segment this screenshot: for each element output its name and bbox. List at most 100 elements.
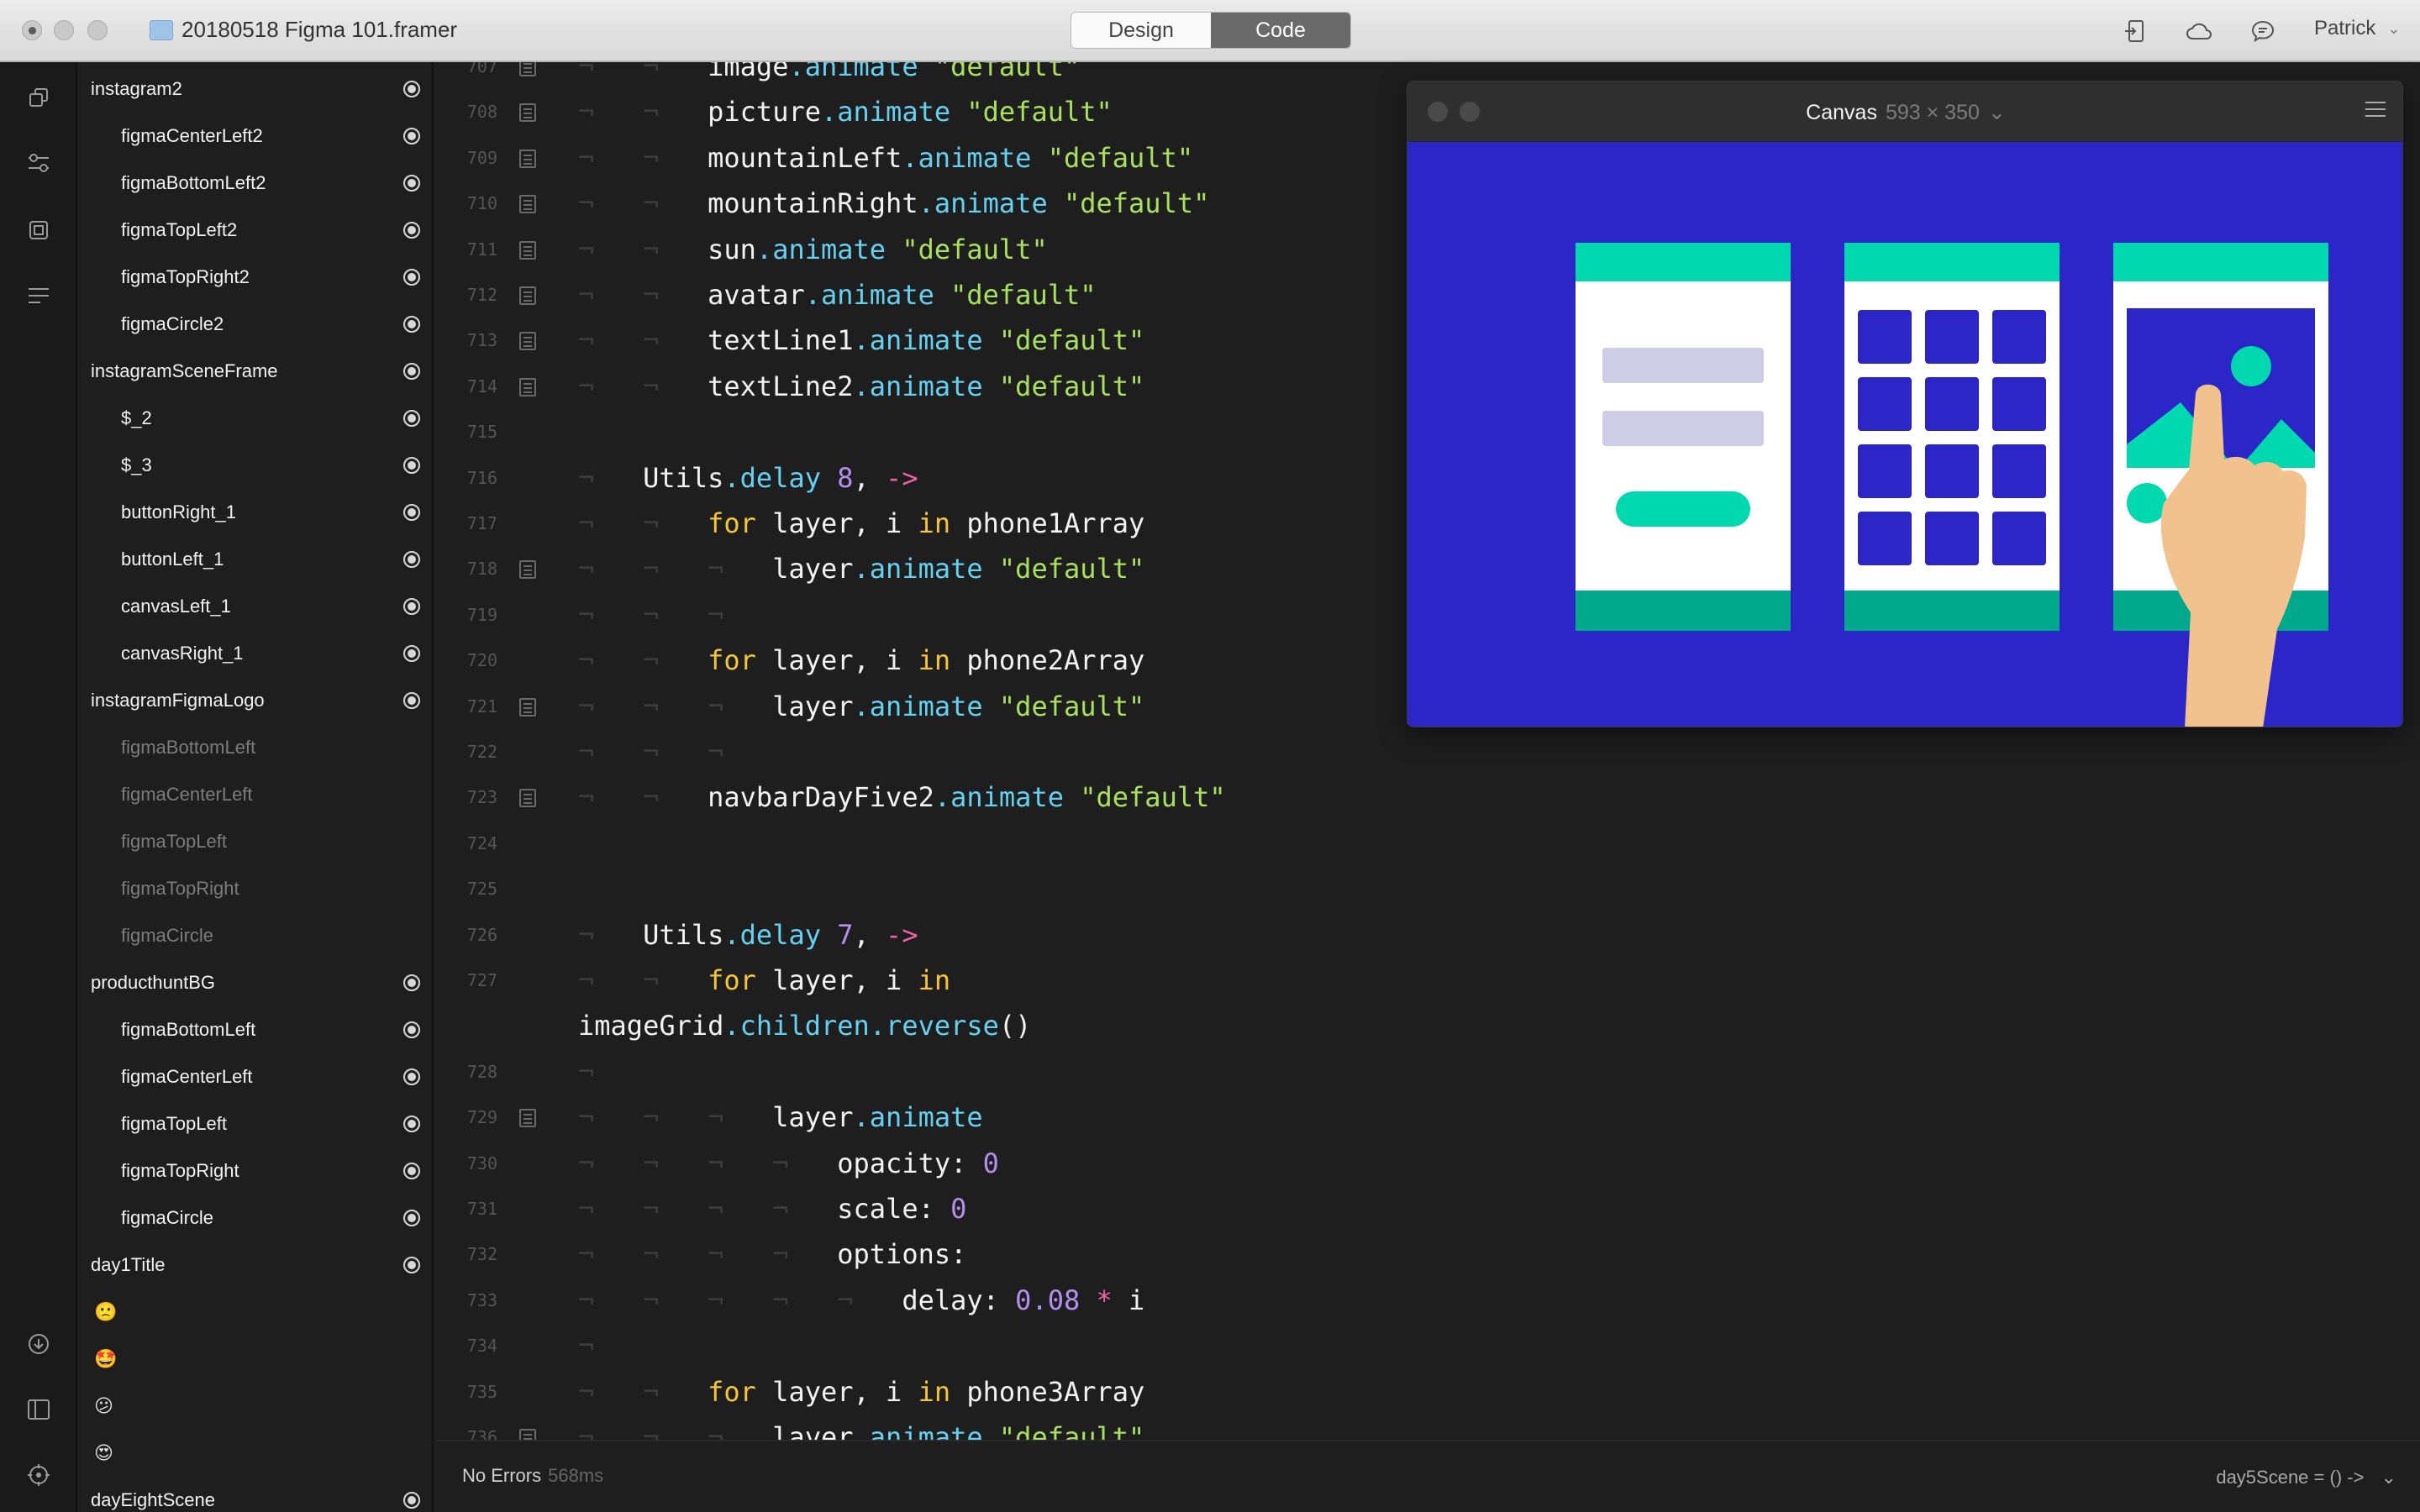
code-line[interactable]: 736 ¬ ¬ ¬ layer.animate "default" (435, 1416, 2420, 1440)
layer-row-emoji[interactable]: 🙁 (77, 1289, 432, 1336)
layer-row[interactable]: $_3 (77, 442, 432, 489)
layer-target-icon[interactable] (403, 1021, 420, 1038)
layer-target-icon[interactable] (403, 222, 420, 239)
layer-row[interactable]: instagramSceneFrame (77, 348, 432, 395)
layer-row[interactable]: figmaCircle2 (77, 301, 432, 348)
code-line[interactable]: 728 ¬ (435, 1051, 2420, 1093)
layer-row[interactable]: figmaTopRight (77, 865, 432, 912)
layer-row[interactable]: figmaCircle (77, 912, 432, 959)
layer-row[interactable]: figmaCircle (77, 1194, 432, 1242)
target-icon[interactable] (24, 1460, 54, 1490)
layer-target-icon[interactable] (403, 363, 420, 380)
layer-target-icon[interactable] (403, 974, 420, 991)
fold-toggle-icon[interactable] (519, 332, 536, 351)
layer-row[interactable]: day1Title (77, 1242, 432, 1289)
layer-row[interactable]: $_2 (77, 395, 432, 442)
code-line[interactable]: 723 ¬ ¬ navbarDayFive2.animate "default" (435, 776, 2420, 818)
fold-toggle-icon[interactable] (519, 195, 536, 214)
code-line[interactable]: 730 ¬ ¬ ¬ ¬ opacity: 0 (435, 1142, 2420, 1184)
layer-target-icon[interactable] (403, 1068, 420, 1085)
insert-icon[interactable] (24, 82, 54, 113)
layer-target-icon[interactable] (403, 316, 420, 333)
code-line[interactable]: imageGrid.children.reverse() (435, 1005, 2420, 1047)
layer-row[interactable]: figmaBottomLeft (77, 724, 432, 771)
layers-icon[interactable] (24, 215, 54, 245)
code-tab[interactable]: Code (1211, 13, 1350, 48)
code-icon[interactable] (24, 281, 54, 311)
code-line[interactable]: 724 (435, 822, 2420, 864)
layer-row[interactable]: figmaCenterLeft (77, 771, 432, 818)
code-line[interactable]: 733 ¬ ¬ ¬ ¬ ¬ delay: 0.08 * i (435, 1279, 2420, 1321)
layer-row[interactable]: buttonRight_1 (77, 489, 432, 536)
design-tab[interactable]: Design (1071, 13, 1211, 48)
layer-target-icon[interactable] (403, 128, 420, 144)
code-line[interactable]: 725 (435, 868, 2420, 910)
preview-title[interactable]: Canvas 593 × 350 ⌄ (1407, 100, 2402, 125)
layer-target-icon[interactable] (403, 598, 420, 615)
sidebar-icon[interactable] (24, 1394, 54, 1425)
scope-selector[interactable]: day5Scene = () -> ⌄ (2216, 1467, 2396, 1488)
layer-row[interactable]: dayEightScene (77, 1477, 432, 1512)
layer-row-emoji[interactable]: 😕 (77, 1383, 432, 1430)
zoom-window-button[interactable] (87, 20, 108, 40)
fold-toggle-icon[interactable] (519, 1109, 536, 1128)
layer-target-icon[interactable] (403, 457, 420, 474)
code-line[interactable]: 722 ¬ ¬ ¬ (435, 731, 2420, 773)
minimize-window-button[interactable] (54, 20, 74, 40)
fold-toggle-icon[interactable] (519, 240, 536, 260)
layer-target-icon[interactable] (403, 504, 420, 521)
layer-row[interactable]: figmaBottomLeft2 (77, 160, 432, 207)
layer-target-icon[interactable] (403, 1492, 420, 1509)
layer-row[interactable]: canvasLeft_1 (77, 583, 432, 630)
close-window-button[interactable] (22, 20, 42, 40)
properties-icon[interactable] (24, 148, 54, 178)
prototype-canvas[interactable] (1407, 142, 2403, 727)
layer-target-icon[interactable] (403, 1116, 420, 1132)
fold-toggle-icon[interactable] (519, 697, 536, 717)
layer-row[interactable]: figmaBottomLeft (77, 1006, 432, 1053)
code-line[interactable]: 734 ¬ (435, 1325, 2420, 1367)
layer-target-icon[interactable] (403, 551, 420, 568)
layer-target-icon[interactable] (403, 1163, 420, 1179)
fold-toggle-icon[interactable] (519, 789, 536, 808)
layer-row[interactable]: figmaTopRight (77, 1147, 432, 1194)
layer-row[interactable]: figmaTopRight2 (77, 254, 432, 301)
layer-row[interactable]: figmaCenterLeft (77, 1053, 432, 1100)
code-line[interactable]: 735 ¬ ¬ for layer, i in phone3Array (435, 1371, 2420, 1413)
code-line[interactable]: 732 ¬ ¬ ¬ ¬ options: (435, 1233, 2420, 1275)
layer-row[interactable]: instagram2 (77, 66, 432, 113)
layer-row[interactable]: figmaTopLeft (77, 1100, 432, 1147)
layer-row[interactable]: canvasRight_1 (77, 630, 432, 677)
layer-row[interactable]: figmaCenterLeft2 (77, 113, 432, 160)
comment-icon[interactable] (2249, 17, 2277, 45)
device-icon[interactable] (2121, 17, 2149, 45)
layer-target-icon[interactable] (403, 645, 420, 662)
fold-toggle-icon[interactable] (519, 103, 536, 123)
code-line[interactable]: 729 ¬ ¬ ¬ layer.animate (435, 1096, 2420, 1138)
cloud-icon[interactable] (2185, 17, 2213, 45)
canvas-preview-window[interactable]: Canvas 593 × 350 ⌄ (1407, 81, 2403, 727)
fold-toggle-icon[interactable] (519, 1429, 536, 1440)
layer-row[interactable]: figmaTopLeft (77, 818, 432, 865)
layer-row-emoji[interactable]: 😍 (77, 1430, 432, 1477)
fold-toggle-icon[interactable] (519, 377, 536, 396)
layer-target-icon[interactable] (403, 269, 420, 286)
layer-target-icon[interactable] (403, 1210, 420, 1226)
layer-target-icon[interactable] (403, 81, 420, 97)
layer-row[interactable]: buttonLeft_1 (77, 536, 432, 583)
fold-toggle-icon[interactable] (519, 149, 536, 168)
user-menu[interactable]: Patrick ⌄ (2314, 17, 2400, 40)
fold-toggle-icon[interactable] (519, 286, 536, 305)
code-line[interactable]: 726 ¬ Utils.delay 7, -> (435, 914, 2420, 956)
layer-row[interactable]: figmaTopLeft2 (77, 207, 432, 254)
download-icon[interactable] (24, 1329, 54, 1359)
layer-target-icon[interactable] (403, 175, 420, 192)
layer-row[interactable]: producthuntBG (77, 959, 432, 1006)
layer-target-icon[interactable] (403, 410, 420, 427)
hamburger-menu-icon[interactable] (2365, 102, 2386, 118)
layer-target-icon[interactable] (403, 1257, 420, 1273)
code-line[interactable]: 727 ¬ ¬ for layer, i in (435, 959, 2420, 1001)
fold-toggle-icon[interactable] (519, 62, 536, 76)
layer-target-icon[interactable] (403, 692, 420, 709)
layer-row[interactable]: instagramFigmaLogo (77, 677, 432, 724)
